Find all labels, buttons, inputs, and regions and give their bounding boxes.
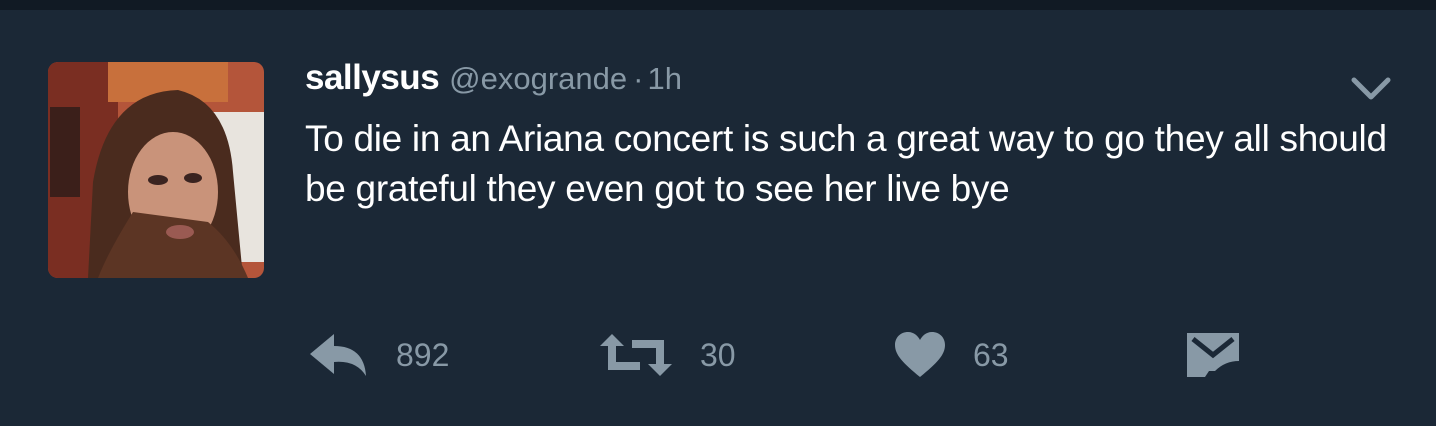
timestamp[interactable]: 1h [647, 61, 681, 96]
display-name[interactable]: sallysus [305, 58, 440, 97]
like-button[interactable]: 63 [893, 330, 1009, 380]
tweet-header: sallysus @exogrande · 1h [305, 58, 682, 98]
tweet-menu-button[interactable] [1350, 72, 1392, 104]
heart-icon [895, 332, 945, 377]
user-handle[interactable]: @exogrande [449, 61, 627, 96]
avatar-image [48, 62, 264, 278]
top-divider [0, 0, 1436, 10]
retweet-count: 30 [700, 336, 736, 373]
retweet-icon [600, 334, 672, 376]
avatar[interactable] [48, 62, 264, 278]
chevron-down-icon [1351, 77, 1391, 100]
retweet-button[interactable]: 30 [598, 330, 736, 380]
tweet-text: To die in an Ariana concert is such a gr… [305, 118, 1387, 209]
separator-dot: · [633, 61, 644, 96]
direct-message-button[interactable] [1185, 330, 1241, 380]
reply-count: 892 [396, 336, 450, 373]
reply-icon [310, 334, 366, 376]
like-count: 63 [973, 336, 1009, 373]
reply-button[interactable]: 892 [308, 330, 449, 380]
direct-message-icon [1187, 333, 1239, 377]
